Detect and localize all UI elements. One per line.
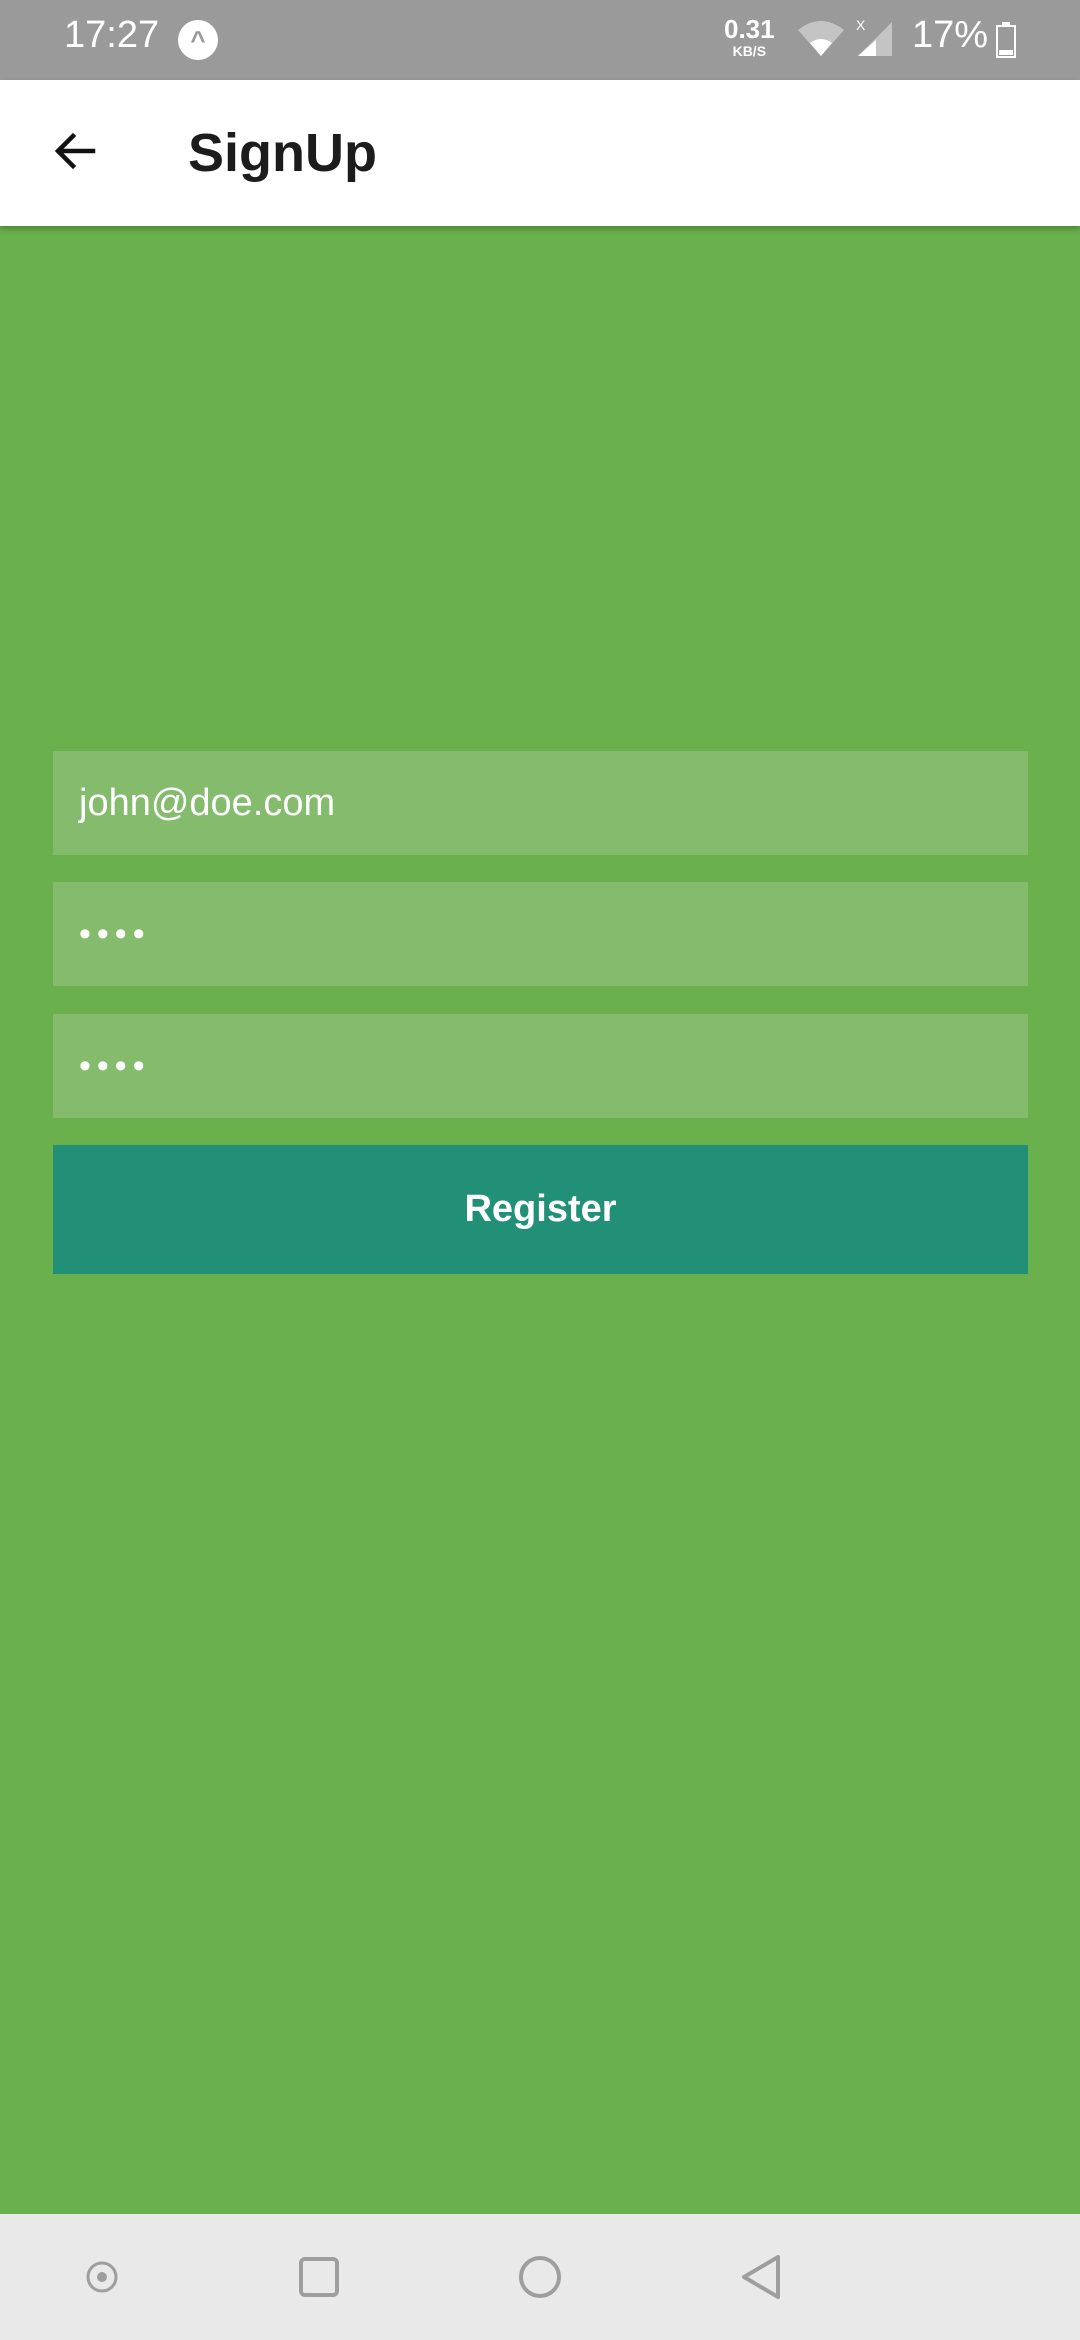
network-speed-value: 0.31: [724, 14, 775, 44]
wifi-icon: [798, 21, 844, 56]
signal-badge: X: [856, 18, 866, 33]
register-label: Register: [464, 1188, 617, 1230]
recents-button[interactable]: [289, 2247, 349, 2307]
email-value: john@doe.com: [79, 781, 336, 824]
arrow-left-icon: [54, 132, 96, 170]
navigation-bar: [0, 2214, 1080, 2340]
register-button[interactable]: Register: [53, 1145, 1028, 1274]
status-bar: 17:27 ^ 0.31 KB/S X 17%: [0, 0, 1080, 80]
password-input[interactable]: ••••: [53, 882, 1028, 986]
page-title: SignUp: [188, 123, 377, 183]
recents-icon: [299, 2257, 339, 2297]
network-speed: 0.31 KB/S: [724, 16, 775, 58]
back-button[interactable]: [36, 112, 114, 190]
email-input[interactable]: john@doe.com: [53, 751, 1028, 855]
network-speed-unit: KB/S: [732, 43, 767, 59]
confirm-password-input[interactable]: ••••: [53, 1014, 1028, 1118]
app-notification-icon: ^: [178, 20, 218, 60]
back-icon: [742, 2255, 780, 2299]
app-bar: SignUp: [0, 80, 1080, 226]
battery-percent: 17%: [912, 14, 989, 56]
confirm-password-value: ••••: [79, 1046, 151, 1085]
home-icon: [519, 2256, 561, 2298]
nav-back-button[interactable]: [732, 2247, 792, 2307]
password-value: ••••: [79, 914, 151, 953]
signal-icon: X: [856, 18, 892, 56]
assistant-icon: [86, 2261, 118, 2293]
status-time: 17:27: [64, 14, 160, 56]
home-button[interactable]: [510, 2247, 570, 2307]
assistant-button[interactable]: [72, 2247, 132, 2307]
battery-icon: [996, 22, 1016, 58]
